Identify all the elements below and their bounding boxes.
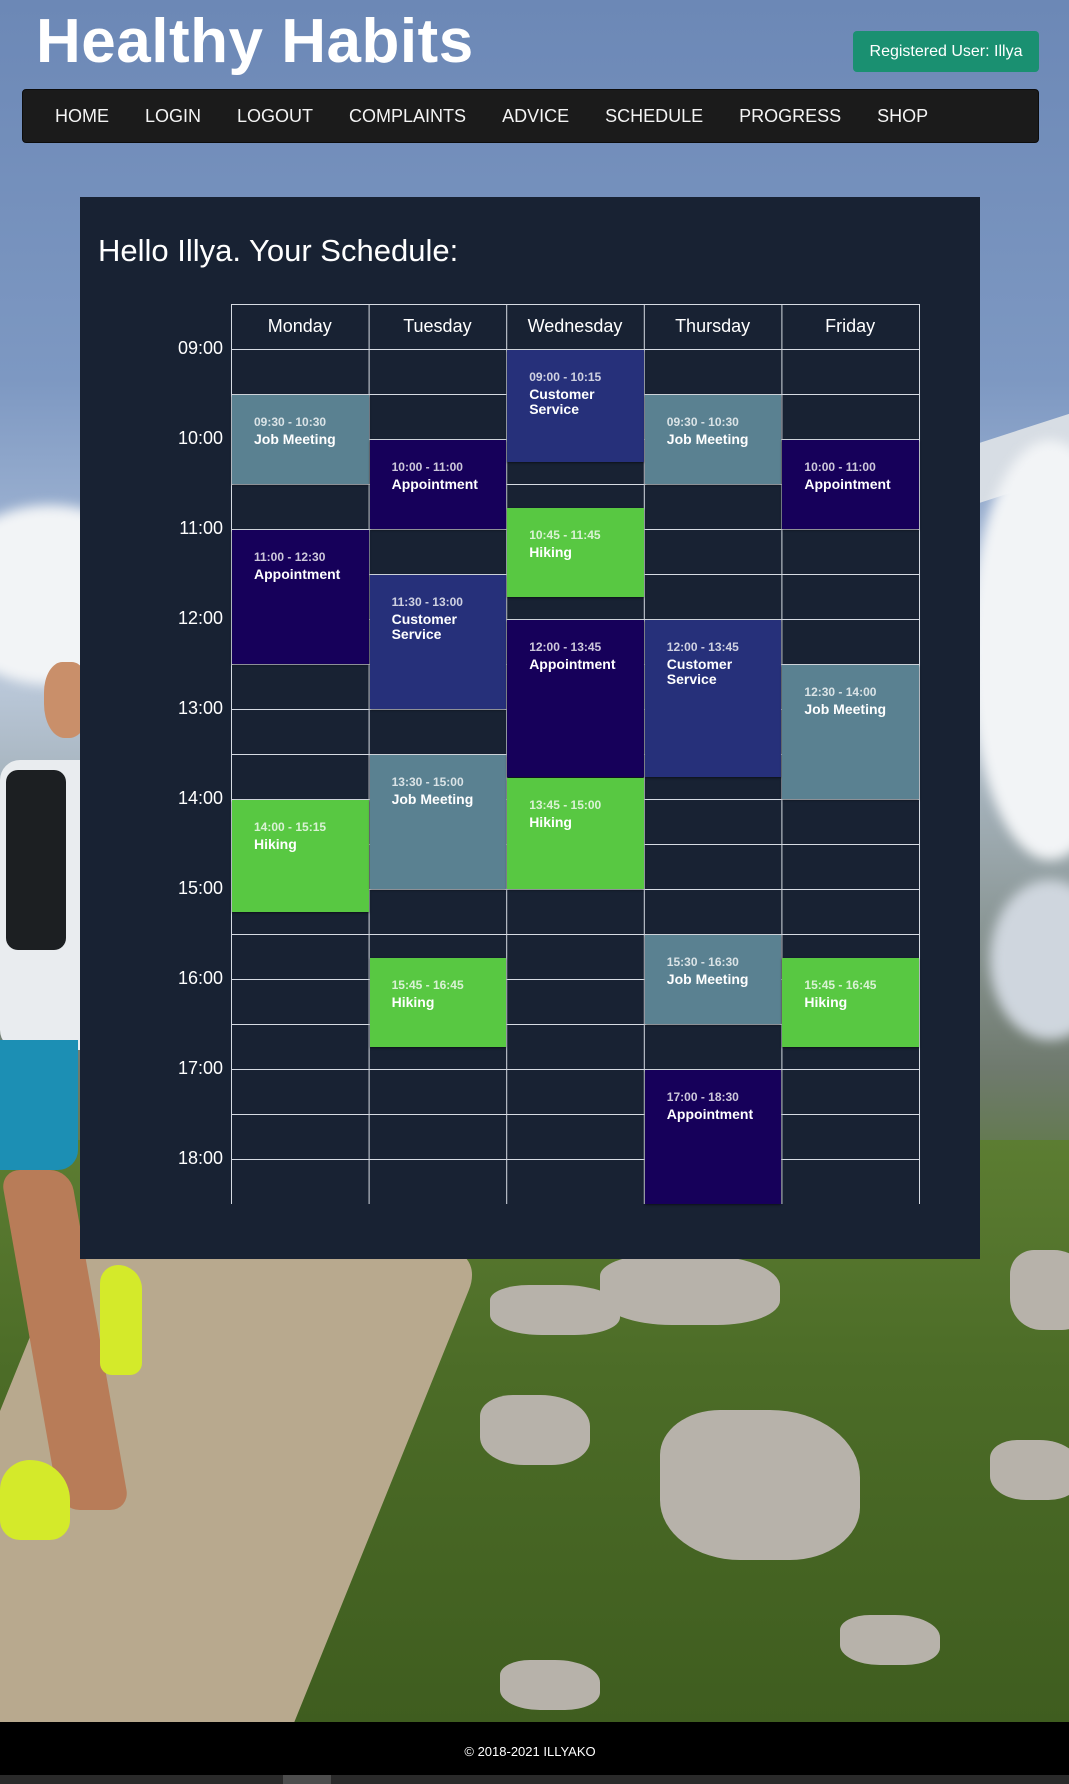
event-title: Job Meeting — [804, 701, 887, 717]
event-time: 09:30 - 10:30 — [666, 415, 739, 429]
event-appointment[interactable]: 12:00 - 13:45 Appointment — [507, 620, 644, 777]
event-title: Job Meeting — [391, 791, 474, 807]
event-appointment[interactable]: 10:00 - 11:00 Appointment — [782, 440, 919, 529]
event-time: 13:30 - 15:00 — [391, 775, 464, 789]
taskbar-strip — [0, 1775, 1069, 1784]
event-title: Job Meeting — [254, 431, 336, 447]
nav-home[interactable]: HOME — [55, 106, 109, 127]
nav-complaints[interactable]: COMPLAINTS — [349, 106, 466, 127]
event-title: Customer Service — [666, 656, 733, 687]
footer: © 2018-2021 ILLYAKO — [0, 1722, 1069, 1784]
event-time: 10:00 - 11:00 — [391, 460, 463, 474]
time-label: 13:00 — [177, 698, 223, 718]
registered-user-badge: Registered User: Illya — [853, 31, 1039, 72]
time-label: 14:00 — [177, 788, 223, 808]
day-header-tuesday: Tuesday — [403, 316, 472, 336]
main-navbar: HOME LOGIN LOGOUT COMPLAINTS ADVICE SCHE… — [22, 89, 1039, 143]
event-title: Hiking — [804, 993, 848, 1010]
event-appointment[interactable]: 10:00 - 11:00 Appointment — [369, 440, 507, 529]
day-header-thursday: Thursday — [675, 316, 751, 336]
event-hiking[interactable]: 13:45 - 15:00 Hiking — [507, 777, 644, 889]
event-title: Appointment — [804, 476, 891, 492]
event-hiking[interactable]: 15:45 - 16:45 Hiking — [782, 957, 919, 1047]
event-customer-service[interactable]: 12:00 - 13:45 Customer Service — [644, 620, 782, 777]
event-time: 11:30 - 13:00 — [391, 595, 463, 609]
time-label: 15:00 — [177, 878, 223, 898]
taskbar-button[interactable] — [283, 1775, 331, 1784]
time-label: 18:00 — [177, 1148, 223, 1168]
day-header-friday: Friday — [825, 316, 876, 336]
event-title: Appointment — [391, 476, 478, 492]
nav-login[interactable]: LOGIN — [145, 106, 201, 127]
event-time: 13:45 - 15:00 — [529, 797, 602, 812]
event-title: Hiking — [254, 836, 297, 852]
event-time: 10:00 - 11:00 — [804, 460, 876, 474]
event-job-meeting[interactable]: 12:30 - 14:00 Job Meeting — [782, 665, 919, 799]
event-hiking[interactable]: 15:45 - 16:45 Hiking — [369, 957, 507, 1047]
event-job-meeting[interactable]: 09:30 - 10:30 Job Meeting — [644, 395, 782, 484]
event-time: 17:00 - 18:30 — [666, 1090, 739, 1104]
event-title: Hiking — [529, 543, 572, 560]
event-job-meeting[interactable]: 09:30 - 10:30 Job Meeting — [232, 395, 369, 484]
event-time: 09:00 - 10:15 — [529, 370, 602, 384]
event-hiking[interactable]: 14:00 - 15:15 Hiking — [232, 800, 369, 912]
day-header-monday: Monday — [267, 316, 332, 336]
event-appointment[interactable]: 11:00 - 12:30 Appointment — [232, 530, 369, 664]
nav-progress[interactable]: PROGRESS — [739, 106, 841, 127]
time-label: 11:00 — [179, 518, 223, 538]
event-title: Hiking — [391, 993, 435, 1010]
event-time: 12:00 - 13:45 — [529, 640, 602, 654]
event-customer-service[interactable]: 09:00 - 10:15 Customer Service — [507, 350, 644, 462]
time-label: 09:00 — [177, 338, 223, 358]
nav-logout[interactable]: LOGOUT — [237, 106, 313, 127]
event-time: 14:00 - 15:15 — [254, 820, 327, 834]
nav-schedule[interactable]: SCHEDULE — [605, 106, 703, 127]
time-label: 12:00 — [177, 608, 223, 628]
schedule-greeting: Hello Illya. Your Schedule: — [98, 233, 459, 268]
event-title: Appointment — [254, 566, 341, 582]
nav-shop[interactable]: SHOP — [877, 106, 928, 127]
event-job-meeting[interactable]: 15:30 - 16:30 Job Meeting — [644, 935, 782, 1024]
event-time: 09:30 - 10:30 — [254, 415, 327, 429]
event-title: Job Meeting — [666, 431, 749, 447]
event-title: Customer Service — [391, 611, 457, 642]
event-appointment[interactable]: 17:00 - 18:30 Appointment — [644, 1070, 782, 1204]
event-time: 10:45 - 11:45 — [529, 527, 601, 542]
event-title: Job Meeting — [666, 971, 749, 987]
event-hiking[interactable]: 10:45 - 11:45 Hiking — [507, 507, 644, 597]
event-job-meeting[interactable]: 13:30 - 15:00 Job Meeting — [369, 755, 507, 889]
event-title: Hiking — [529, 813, 572, 830]
schedule-panel: Hello Illya. Your Schedule: 09:00 10:00 11… — [80, 197, 980, 1259]
event-customer-service[interactable]: 11:30 - 13:00 Customer Service — [369, 575, 507, 709]
event-time: 15:45 - 16:45 — [391, 977, 464, 992]
event-title: Appointment — [529, 656, 616, 672]
schedule-grid: Monday Tuesday Wednesday Thursday Friday 09:3… — [231, 304, 920, 1204]
copyright-text: © 2018-2021 ILLYAKO — [464, 1744, 596, 1759]
event-time: 11:00 - 12:30 — [254, 550, 326, 564]
event-time: 12:30 - 14:00 — [804, 685, 877, 699]
time-label: 17:00 — [177, 1058, 223, 1078]
nav-advice[interactable]: ADVICE — [502, 106, 569, 127]
time-label: 10:00 — [177, 428, 223, 448]
event-time: 15:30 - 16:30 — [666, 955, 739, 969]
event-time: 15:45 - 16:45 — [804, 977, 877, 992]
event-title: Appointment — [666, 1106, 754, 1122]
event-time: 12:00 - 13:45 — [666, 640, 739, 654]
time-label: 16:00 — [177, 968, 223, 988]
site-title: Healthy Habits — [36, 7, 474, 76]
day-header-wednesday: Wednesday — [527, 316, 623, 336]
event-title: Customer Service — [529, 386, 595, 417]
